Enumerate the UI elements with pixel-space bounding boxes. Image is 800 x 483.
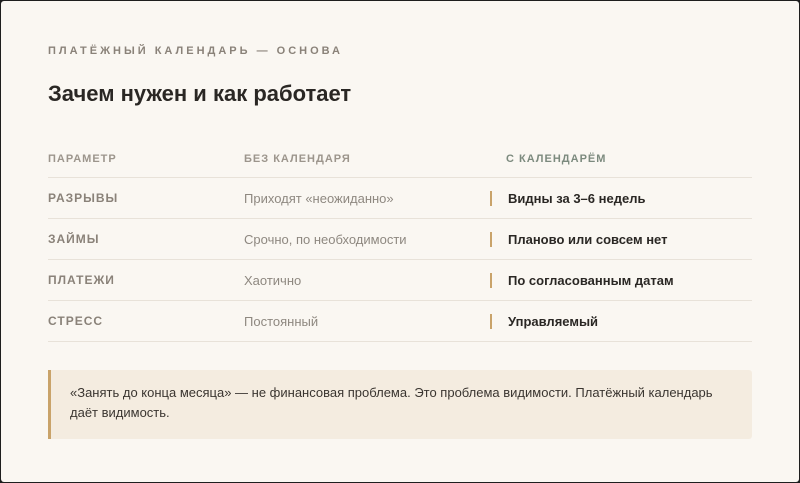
row-with-calendar-text: Планово или совсем нет <box>508 231 668 247</box>
row-without-calendar: Постоянный <box>244 313 319 329</box>
table-row: ПЛАТЕЖИ Хаотично По согласованным датам <box>48 260 752 301</box>
page-title: Зачем нужен и как работает <box>48 81 352 106</box>
column-header-parameter: ПАРАМЕТР <box>48 153 117 165</box>
row-without-calendar: Хаотично <box>244 272 302 288</box>
row-parameter: СТРЕСС <box>48 314 104 328</box>
row-with-calendar: Планово или совсем нет <box>490 219 668 259</box>
row-with-calendar-text: По согласованным датам <box>508 272 674 288</box>
accent-bar <box>490 190 492 206</box>
row-without-calendar: Приходят «неожиданно» <box>244 190 394 206</box>
table-row: ЗАЙМЫ Срочно, по необходимости Планово и… <box>48 219 752 260</box>
column-header-without-calendar: БЕЗ КАЛЕНДАРЯ <box>244 153 351 165</box>
content-card: ПЛАТЁЖНЫЙ КАЛЕНДАРЬ — ОСНОВА Зачем нужен… <box>1 1 799 482</box>
accent-bar <box>490 231 492 247</box>
comparison-table: ПАРАМЕТР БЕЗ КАЛЕНДАРЯ С КАЛЕНДАРЁМ РАЗР… <box>48 141 752 342</box>
row-with-calendar: По согласованным датам <box>490 260 674 300</box>
row-parameter: РАЗРЫВЫ <box>48 191 119 205</box>
row-without-calendar: Срочно, по необходимости <box>244 231 407 247</box>
table-row: СТРЕСС Постоянный Управляемый <box>48 301 752 342</box>
row-with-calendar-text: Видны за 3–6 недель <box>508 190 646 206</box>
accent-bar <box>490 313 492 329</box>
column-header-with-calendar: С КАЛЕНДАРЁМ <box>506 153 607 165</box>
accent-bar <box>490 272 492 288</box>
row-with-calendar: Видны за 3–6 недель <box>490 178 645 218</box>
row-parameter: ЗАЙМЫ <box>48 232 100 246</box>
row-with-calendar: Управляемый <box>490 301 598 341</box>
row-with-calendar-text: Управляемый <box>508 313 599 329</box>
table-header-row: ПАРАМЕТР БЕЗ КАЛЕНДАРЯ С КАЛЕНДАРЁМ <box>48 141 752 178</box>
table-row: РАЗРЫВЫ Приходят «неожиданно» Видны за 3… <box>48 178 752 219</box>
eyebrow-label: ПЛАТЁЖНЫЙ КАЛЕНДАРЬ — ОСНОВА <box>48 45 343 57</box>
row-parameter: ПЛАТЕЖИ <box>48 273 115 287</box>
callout-note: «Занять до конца месяца» — не финансовая… <box>48 370 752 439</box>
